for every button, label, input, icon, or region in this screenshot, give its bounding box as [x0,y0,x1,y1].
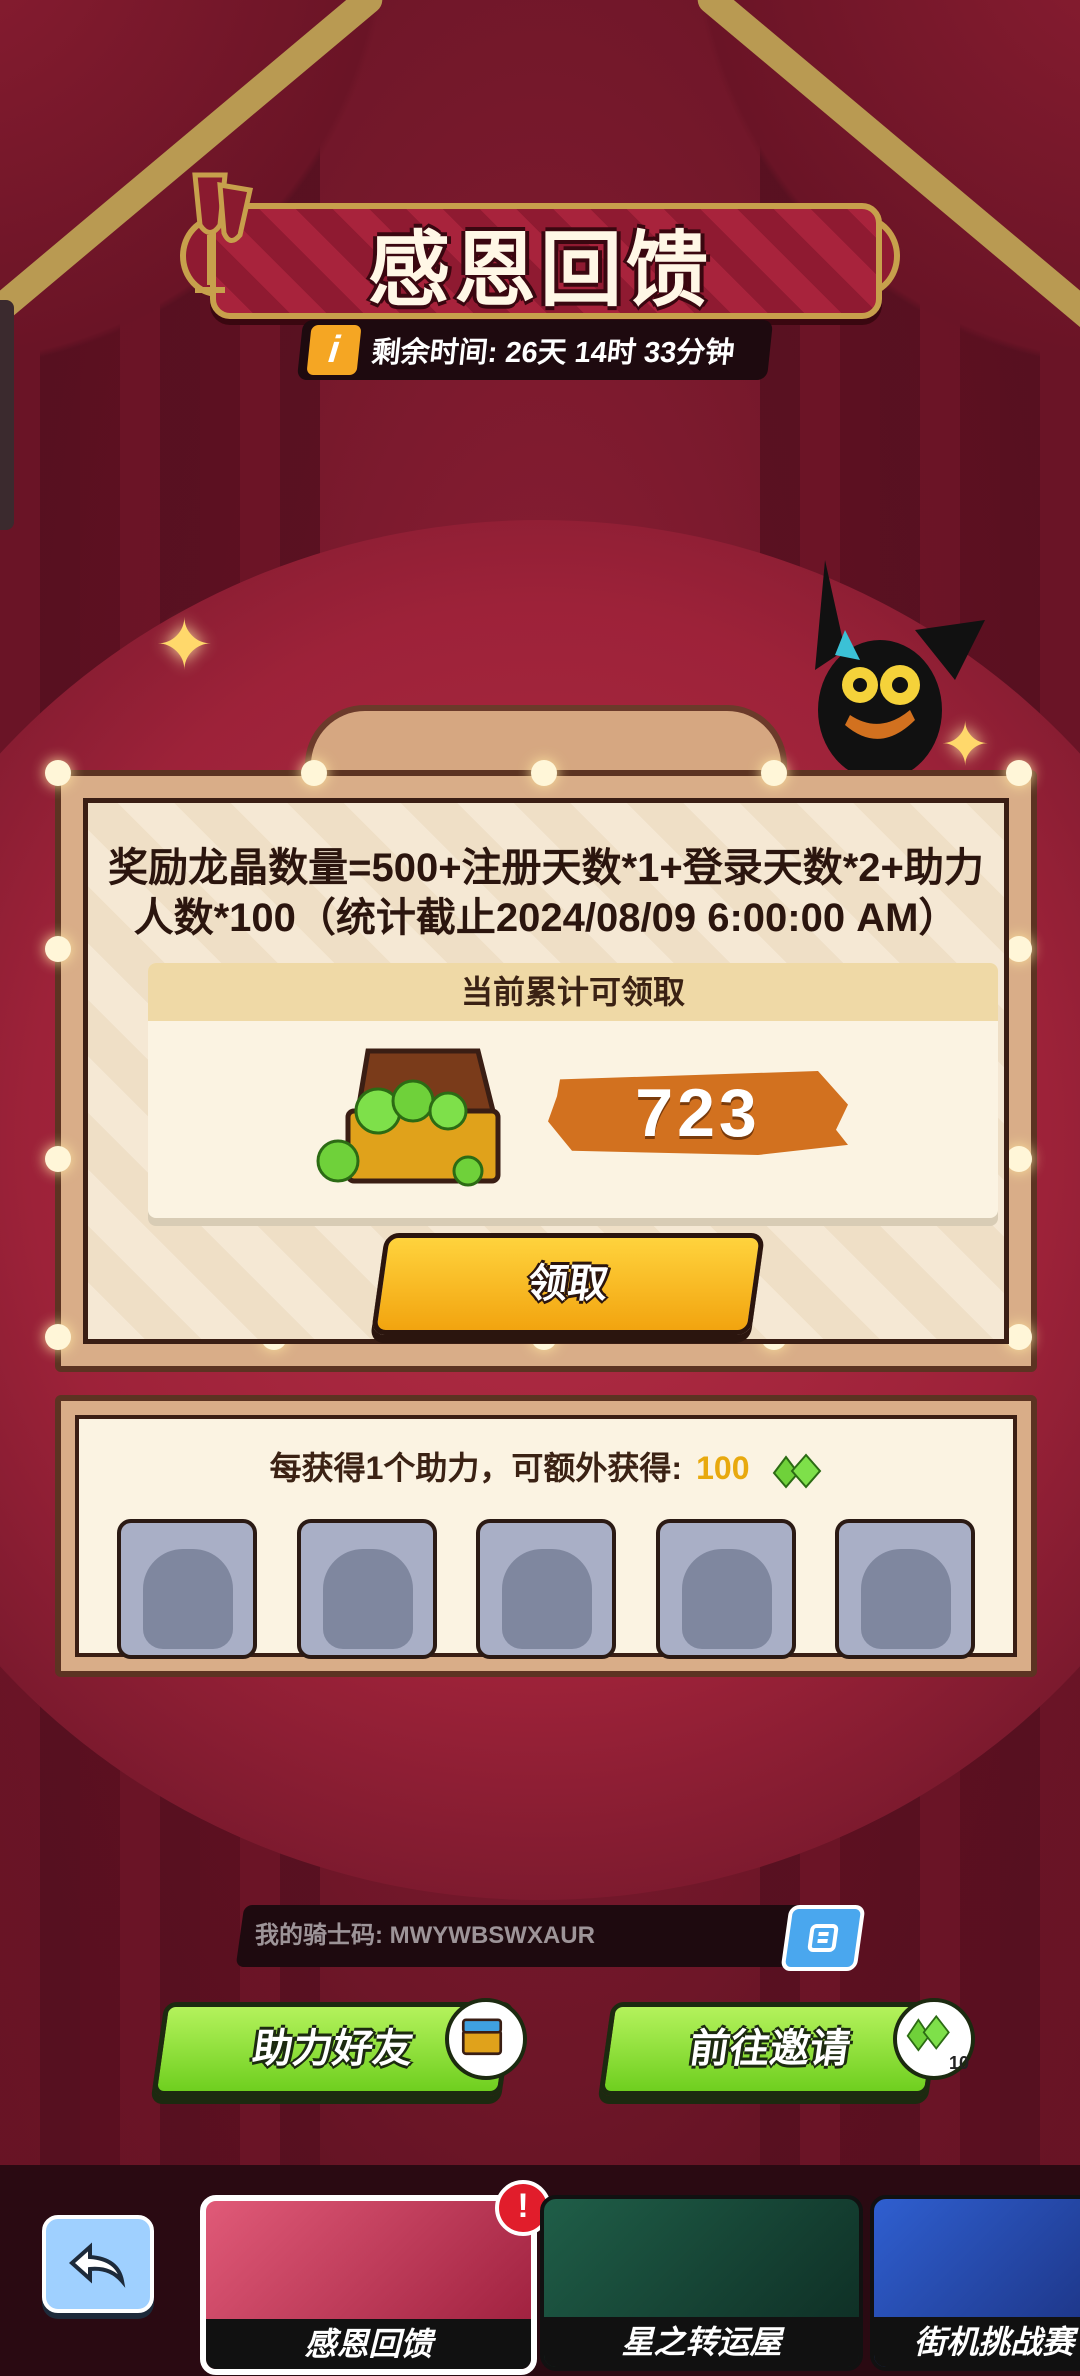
tab-label: 街机挑战赛 [874,2317,1080,2367]
helper-board: 每获得1个助力，可额外获得: 100 [55,1395,1037,1677]
claim-button[interactable]: 领取 [370,1233,766,1335]
invite-badge: 10 [948,2053,969,2073]
page-title: 感恩回馈 [367,225,712,316]
tab-label: 感恩回馈 [206,2319,531,2369]
bulb [45,760,71,786]
reward-formula: 奖励龙晶数量=500+注册天数*1+登录天数*2+助力人数*100（统计截止20… [108,846,984,940]
reward-amount: 723 [635,1075,761,1151]
countdown-timer: i 剩余时间: 26天 14时 33分钟 [296,320,774,380]
title-banner: 感恩回馈 [170,172,910,319]
sparkle-icon: ✦ [155,606,214,684]
bulb [45,1324,71,1350]
bulb [1006,1324,1032,1350]
event-screen: 感恩回馈 i 剩余时间: 26天 14时 33分钟 ✦ ✦ 奖励龙晶数量=500 [0,0,1080,2376]
back-button[interactable] [42,2215,154,2313]
bulb [1006,1146,1032,1172]
info-icon[interactable]: i [303,322,365,378]
bulb [1006,760,1032,786]
tab-thanksgiving[interactable]: 感恩回馈 [200,2195,537,2375]
bulb [761,760,787,786]
helper-slot[interactable] [117,1519,257,1659]
reward-board-inner: 奖励龙晶数量=500+注册天数*1+登录天数*2+助力人数*100（统计截止20… [83,798,1009,1344]
avatar-placeholder-icon [681,1549,772,1649]
tab-arcade-challenge[interactable]: 街机挑战赛 [870,2195,1080,2371]
back-arrow-icon [68,2242,126,2288]
accumulated-label: 当前累计可领取 [148,963,998,1021]
helper-slot[interactable] [835,1519,975,1659]
bulb [1006,936,1032,962]
invite-button[interactable]: 前往邀请 [598,2002,942,2096]
accumulated-panel: 当前累计可领取 723 [148,963,998,1218]
copy-code-button[interactable] [780,1905,866,1971]
amount-splash: 723 [548,1071,848,1155]
copy-icon [807,1924,839,1952]
timer-text: 剩余时间: 26天 14时 33分钟 [370,337,736,369]
knight-code: 我的骑士码: MWYWBSWXAUR [255,1922,595,1949]
tab-fortune-house[interactable]: 星之转运屋 [540,2195,863,2371]
chest-bubble [445,1998,527,2080]
avatar-placeholder-icon [502,1549,592,1649]
tab-label: 星之转运屋 [544,2317,859,2367]
treasure-chest-icon [316,1048,501,1187]
bulb [45,1146,71,1172]
avatar-placeholder-icon [143,1549,233,1649]
demon-mascot-icon [815,560,985,780]
bulb [301,760,327,786]
dragon-crystal-icon [773,1453,822,1489]
crystal-bubble: 10 [893,1998,975,2080]
helper-slot[interactable] [296,1519,437,1659]
helper-slots [117,1519,975,1659]
avatar-placeholder-icon [322,1549,413,1649]
helper-board-inner: 每获得1个助力，可额外获得: 100 [75,1415,1017,1659]
bulb [531,760,557,786]
bulb [45,936,71,962]
helper-title-text: 每获得1个助力，可额外获得: [269,1450,683,1486]
reward-board: 奖励龙晶数量=500+注册天数*1+登录天数*2+助力人数*100（统计截止20… [45,760,1037,1372]
helper-bonus: 100 [696,1450,750,1486]
treasure-chest-icon [461,2018,503,2056]
helper-slot[interactable] [655,1519,796,1659]
side-handle[interactable] [0,300,14,530]
helper-slot[interactable] [476,1519,616,1659]
avatar-placeholder-icon [861,1549,951,1649]
helper-title: 每获得1个助力，可额外获得: 100 [79,1443,1013,1491]
